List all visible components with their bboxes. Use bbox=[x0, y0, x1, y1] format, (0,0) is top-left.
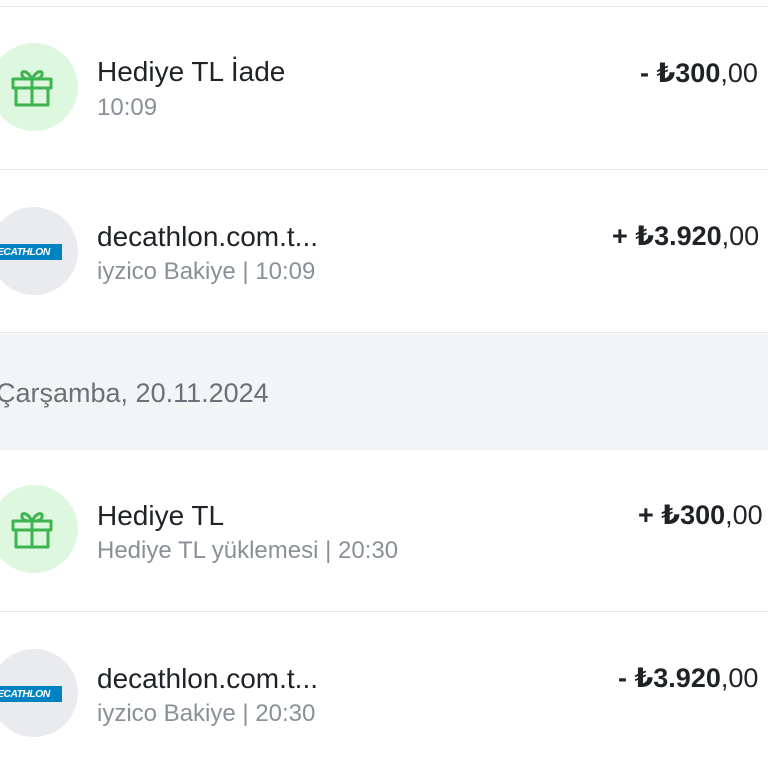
transaction-amount: - ₺3.920,00 bbox=[618, 663, 768, 694]
transaction-amount: - ₺300,00 bbox=[640, 58, 768, 89]
transaction-list-screen: Hediye TL İade 10:09 - ₺300,00 DECATHLON… bbox=[0, 0, 768, 768]
merchant-avatar: DECATHLON bbox=[0, 207, 78, 295]
merchant-avatar: DECATHLON bbox=[0, 649, 78, 737]
transaction-subtitle: 10:09 bbox=[97, 94, 158, 121]
gift-icon bbox=[11, 512, 53, 549]
transaction-subtitle: iyzico Bakiye | 20:30 bbox=[97, 700, 316, 727]
date-label: Çarşamba, 20.11.2024 bbox=[0, 378, 269, 408]
transaction-title: Hediye TL İade bbox=[97, 56, 286, 87]
transaction-amount: + ₺3.920,00 bbox=[612, 221, 768, 252]
transaction-subtitle: iyzico Bakiye | 10:09 bbox=[97, 258, 316, 285]
transaction-title: Hediye TL bbox=[97, 500, 225, 531]
transaction-row[interactable]: DECATHLON decathlon.com.t... iyzico Baki… bbox=[0, 171, 768, 333]
transaction-row[interactable]: Hediye TL İade 10:09 - ₺300,00 bbox=[0, 8, 768, 170]
gift-avatar bbox=[0, 485, 78, 573]
divider bbox=[0, 6, 768, 7]
transaction-amount: + ₺300,00 bbox=[638, 500, 768, 531]
decathlon-logo: DECATHLON bbox=[0, 244, 62, 260]
transaction-row[interactable]: DECATHLON decathlon.com.t... iyzico Baki… bbox=[0, 613, 768, 768]
amount-sign: + bbox=[638, 500, 662, 530]
transaction-row[interactable]: Hediye TL Hediye TL yüklemesi | 20:30 + … bbox=[0, 450, 768, 612]
date-section-header: Çarşamba, 20.11.2024 bbox=[0, 334, 768, 450]
gift-icon bbox=[11, 70, 53, 107]
amount-decimal: ,00 bbox=[725, 500, 763, 530]
amount-sign: + bbox=[612, 221, 636, 251]
amount-value: ₺300 bbox=[661, 500, 726, 530]
amount-sign: - bbox=[618, 663, 635, 693]
amount-value: ₺300 bbox=[656, 58, 721, 88]
amount-value: ₺3.920 bbox=[635, 221, 722, 251]
transaction-title: decathlon.com.t... bbox=[97, 663, 319, 694]
amount-sign: - bbox=[640, 58, 657, 88]
decathlon-logo: DECATHLON bbox=[0, 686, 62, 702]
amount-decimal: ,00 bbox=[721, 221, 760, 251]
transaction-title: decathlon.com.t... bbox=[97, 221, 319, 252]
gift-avatar bbox=[0, 43, 78, 131]
amount-value: ₺3.920 bbox=[634, 663, 721, 693]
transaction-subtitle: Hediye TL yüklemesi | 20:30 bbox=[97, 537, 399, 564]
amount-decimal: ,00 bbox=[720, 58, 758, 88]
amount-decimal: ,00 bbox=[720, 663, 759, 693]
